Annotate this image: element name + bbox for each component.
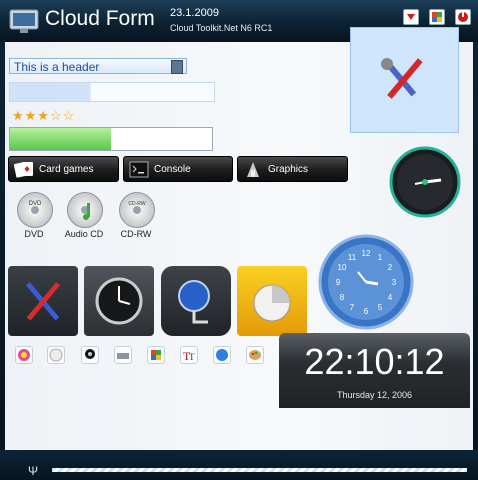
playing-cards-icon xyxy=(14,162,33,178)
graphics-button[interactable]: Graphics xyxy=(237,156,348,182)
progress-bar xyxy=(9,127,213,151)
app-title: Cloud Form xyxy=(45,7,155,30)
progress-fill xyxy=(10,128,111,150)
audio-cd-label: Audio CD xyxy=(64,229,104,239)
svg-text:8: 8 xyxy=(340,293,345,302)
svg-text:6: 6 xyxy=(364,307,369,316)
app-subtitle: Cloud Toolkit.Net N6 RC1 xyxy=(170,23,273,33)
blank-page-icon[interactable] xyxy=(47,346,65,364)
network-globe-icon xyxy=(178,280,210,324)
analog-clock-large[interactable]: 12 1 2 3 4567 8 9 10 11 xyxy=(318,234,414,330)
console-button[interactable]: Console xyxy=(123,156,233,182)
svg-text:9: 9 xyxy=(336,278,341,287)
svg-text:DVD: DVD xyxy=(29,201,42,207)
trident-icon: Ψ xyxy=(28,464,39,478)
svg-text:3: 3 xyxy=(392,278,397,287)
font-icon[interactable]: TT xyxy=(180,346,198,364)
clock-icon xyxy=(95,277,143,325)
svg-text:1: 1 xyxy=(378,253,383,262)
restore-button[interactable] xyxy=(429,9,445,25)
star-rating[interactable]: ★★★☆☆ xyxy=(12,108,75,124)
monitor-icon xyxy=(9,9,39,33)
build-date: 23.1.2009 xyxy=(170,7,219,19)
cd-rw-icon[interactable]: CD-RW xyxy=(119,192,155,228)
audio-cd-icon[interactable] xyxy=(67,192,103,228)
rating-stars: ★★★☆☆ xyxy=(12,108,76,123)
cd-rw-label: CD-RW xyxy=(120,229,152,239)
selected-tile[interactable] xyxy=(350,27,459,133)
svg-text:10: 10 xyxy=(338,263,347,272)
screwdriver-wrench-icon xyxy=(381,58,423,99)
webcam-icon[interactable] xyxy=(81,346,99,364)
digital-date: Thursday 12, 2006 xyxy=(336,390,413,400)
text-field[interactable] xyxy=(9,82,215,102)
windows-icon xyxy=(432,12,442,22)
status-bar: Ψ xyxy=(0,450,478,480)
svg-text:4: 4 xyxy=(388,293,393,302)
header-field-value: This is a header xyxy=(14,60,100,74)
console-icon xyxy=(129,161,149,178)
disc-rw-icon: CD-RW xyxy=(128,201,146,214)
chart-tile[interactable] xyxy=(237,266,307,336)
scanner-icon[interactable] xyxy=(114,346,132,364)
svg-text:2: 2 xyxy=(388,263,393,272)
music-note-icon xyxy=(81,203,90,220)
graphics-pen-icon xyxy=(247,162,259,177)
windows-flag-icon[interactable] xyxy=(147,346,165,364)
tools-icon xyxy=(25,282,61,321)
status-progress xyxy=(52,468,467,472)
globe-icon[interactable] xyxy=(213,346,231,364)
blue-clock-face-icon: 12 12 3 4567 8 9 1011 xyxy=(318,234,414,330)
digital-clock-panel: 22:10:12 Thursday 12, 2006 xyxy=(279,333,470,408)
minimize-button[interactable] xyxy=(403,9,419,25)
card-games-button[interactable]: Card games xyxy=(8,156,119,182)
clock-tile[interactable] xyxy=(84,266,154,336)
svg-text:T: T xyxy=(189,352,195,362)
svg-text:12: 12 xyxy=(362,249,371,258)
card-games-label: Card games xyxy=(39,164,94,175)
svg-text:11: 11 xyxy=(348,253,357,262)
digital-time: 22:10:12 xyxy=(304,341,445,382)
tools-tile[interactable] xyxy=(8,266,78,336)
dark-clock-face-icon xyxy=(389,146,461,218)
svg-text:7: 7 xyxy=(350,303,355,312)
arrow-down-icon xyxy=(407,14,415,20)
network-tile[interactable] xyxy=(161,266,231,336)
svg-text:CD-RW: CD-RW xyxy=(128,201,145,207)
disc-face-icon: DVD xyxy=(29,201,42,214)
console-label: Console xyxy=(154,164,191,175)
color-wheel-icon[interactable] xyxy=(15,346,33,364)
pie-chart-icon xyxy=(253,284,291,322)
palette-icon[interactable] xyxy=(246,346,264,364)
window: Cloud Form 23.1.2009 Cloud Toolkit.Net N… xyxy=(0,0,478,480)
graphics-label: Graphics xyxy=(268,164,309,175)
header-field[interactable]: This is a header xyxy=(9,58,187,74)
close-button[interactable] xyxy=(455,9,471,25)
power-icon xyxy=(458,12,468,22)
analog-clock-small[interactable] xyxy=(389,146,461,218)
svg-text:5: 5 xyxy=(378,303,383,312)
book-icon[interactable] xyxy=(171,60,183,74)
dvd-icon[interactable]: DVD xyxy=(17,192,53,228)
